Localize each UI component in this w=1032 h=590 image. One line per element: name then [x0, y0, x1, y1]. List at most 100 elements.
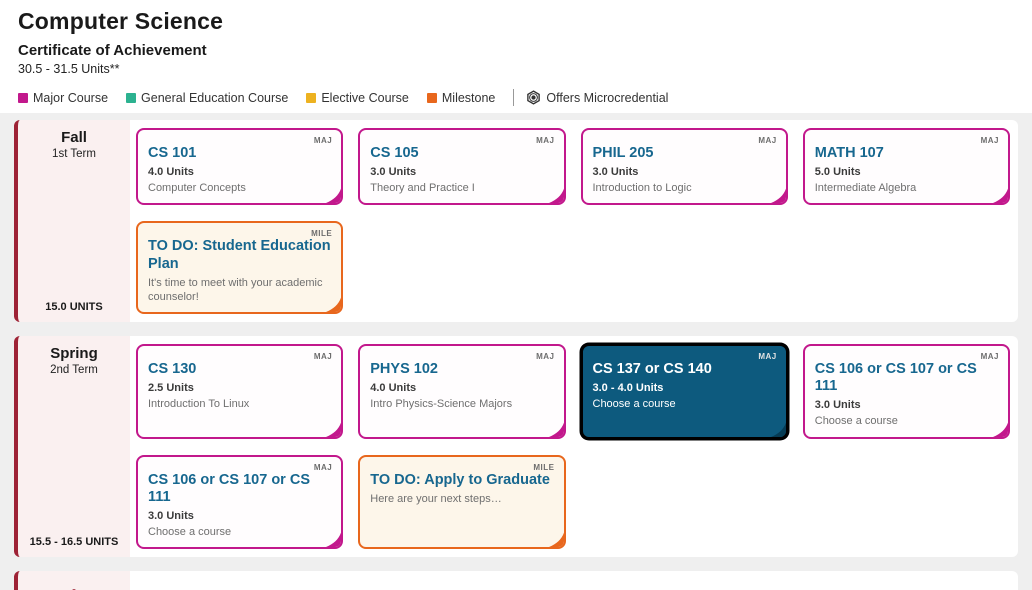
legend-item: Milestone [427, 91, 496, 105]
legend-label: General Education Course [141, 91, 288, 105]
card-subtitle: Here are your next steps… [370, 492, 553, 506]
card-type-badge: MAJ [314, 463, 332, 472]
legend-divider [513, 89, 514, 106]
microcredential-legend: Offers Microcredential [526, 90, 668, 105]
legend: Major Course General Education Course Elec… [18, 89, 1014, 106]
term-name: Fall [61, 129, 87, 146]
microcredential-badge-icon [526, 90, 541, 105]
course-card[interactable]: MAJCS 106 or CS 107 or CS 111 3.0 Units Ch… [136, 455, 343, 550]
term-label-column: Spring 2nd Term 15.5 - 16.5 UNITS [14, 336, 130, 557]
page-subtitle: Certificate of Achievement [18, 42, 1014, 59]
card-corner-fold [322, 184, 342, 204]
card-units: 3.0 Units [815, 399, 998, 411]
course-card[interactable]: MAJCS 130 2.5 Units Introduction To Linux [136, 344, 343, 439]
card-type-badge: MILE [311, 229, 332, 238]
card-units: 4.0 Units [148, 166, 331, 178]
card-units: 3.0 Units [370, 166, 553, 178]
course-card[interactable]: MAJPHYS 102 4.0 Units Intro Physics-Scienc… [358, 344, 565, 439]
legend-label: Elective Course [321, 91, 409, 105]
card-type-badge: MAJ [536, 352, 554, 361]
card-subtitle: Intro Physics-Science Majors [370, 397, 553, 411]
legend-items: Major Course General Education Course Elec… [18, 91, 513, 105]
card-corner-fold [767, 184, 787, 204]
card-subtitle: Choose a course [815, 414, 998, 428]
card-subtitle: Computer Concepts [148, 181, 331, 195]
cards-grid: MAJCS 1302.5 UnitsIntroduction To LinuxM… [130, 336, 1018, 557]
card-type-badge: MAJ [314, 352, 332, 361]
legend-swatch [18, 93, 28, 103]
milestone-card[interactable]: MILETO DO: Student Education Plan It's ti… [136, 221, 343, 314]
card-title: CS 101 [148, 145, 331, 162]
term-ordinal: 2nd Term [50, 364, 98, 376]
card-title: MATH 107 [815, 145, 998, 162]
card-corner-fold [989, 184, 1009, 204]
card-type-badge: MAJ [981, 136, 999, 145]
award-row: Computer Science - Certificate of Achiev… [14, 571, 1018, 590]
legend-item: Major Course [18, 91, 108, 105]
legend-label: Major Course [33, 91, 108, 105]
card-title: TO DO: Student Education Plan [148, 238, 331, 272]
term-row: Fall1st Term15.0 UNITSMAJCS 1014.0 Units… [14, 120, 1018, 322]
legend-swatch [126, 93, 136, 103]
term-label-column: Fall 1st Term 15.0 UNITS [14, 120, 130, 322]
card-units: 2.5 Units [148, 382, 331, 394]
card-type-badge: MAJ [536, 136, 554, 145]
award-content: Computer Science - Certificate of Achiev… [130, 571, 1018, 590]
card-type-badge: MAJ [758, 136, 776, 145]
card-type-badge: MAJ [314, 136, 332, 145]
milestone-card[interactable]: MILETO DO: Apply to Graduate Here are you… [358, 455, 565, 550]
card-title: CS 106 or CS 107 or CS 111 [815, 361, 998, 395]
term-units-total: 15.0 UNITS [45, 301, 102, 313]
card-type-badge: MILE [533, 463, 554, 472]
course-card[interactable]: MAJMATH 107 5.0 Units Intermediate Algebra [803, 128, 1010, 205]
card-title: CS 130 [148, 361, 331, 378]
course-card[interactable]: MAJCS 106 or CS 107 or CS 111 3.0 Units Ch… [803, 344, 1010, 439]
card-subtitle: Introduction to Logic [593, 181, 776, 195]
term-name: Spring [50, 345, 98, 362]
legend-item: General Education Course [126, 91, 288, 105]
card-units: 3.0 - 4.0 Units [593, 382, 776, 394]
card-title: CS 106 or CS 107 or CS 111 [148, 472, 331, 506]
term-units-total: 15.5 - 16.5 UNITS [30, 536, 119, 548]
card-units: 3.0 Units [148, 510, 331, 522]
microcredential-label: Offers Microcredential [546, 91, 668, 105]
card-subtitle: Intermediate Algebra [815, 181, 998, 195]
card-subtitle: Theory and Practice I [370, 181, 553, 195]
page-title: Computer Science [18, 8, 1014, 35]
card-corner-fold [545, 184, 565, 204]
card-corner-fold [322, 418, 342, 438]
page-units: 30.5 - 31.5 Units** [18, 62, 1014, 76]
legend-swatch [427, 93, 437, 103]
legend-swatch [306, 93, 316, 103]
term-row: Spring2nd Term15.5 - 16.5 UNITSMAJCS 130… [14, 336, 1018, 557]
pathway-board: Fall1st Term15.0 UNITSMAJCS 1014.0 Units… [0, 113, 1032, 590]
card-title: PHIL 205 [593, 145, 776, 162]
card-units: 4.0 Units [370, 382, 553, 394]
card-corner-fold [545, 528, 565, 548]
card-corner-fold [545, 418, 565, 438]
card-subtitle: Choose a course [148, 525, 331, 539]
card-subtitle: Introduction To Linux [148, 397, 331, 411]
card-type-badge: MAJ [981, 352, 999, 361]
cards-grid: MAJCS 1014.0 UnitsComputer ConceptsMAJCS… [130, 120, 1018, 322]
course-card[interactable]: MAJCS 137 or CS 1403.0 - 4.0 UnitsChoose… [581, 344, 788, 439]
term-ordinal: 1st Term [52, 148, 96, 160]
card-subtitle: Choose a course [593, 397, 776, 411]
page-header: Computer Science Certificate of Achievem… [0, 0, 1032, 113]
card-title: TO DO: Apply to Graduate [370, 472, 553, 489]
course-card[interactable]: MAJCS 101 4.0 Units Computer Concepts [136, 128, 343, 205]
card-type-badge: MAJ [758, 352, 776, 361]
card-title: PHYS 102 [370, 361, 553, 378]
card-corner-fold [989, 418, 1009, 438]
card-corner-fold [322, 293, 342, 313]
course-card[interactable]: MAJCS 105 3.0 Units Theory and Practice I [358, 128, 565, 205]
card-title: CS 105 [370, 145, 553, 162]
terms-container: Fall1st Term15.0 UNITSMAJCS 1014.0 Units… [14, 120, 1018, 557]
course-card[interactable]: MAJPHIL 2053.0 UnitsIntroduction to Logi… [581, 128, 788, 205]
card-subtitle: It's time to meet with your academic cou… [148, 276, 331, 305]
card-corner-fold [322, 528, 342, 548]
legend-item: Elective Course [306, 91, 409, 105]
card-units: 5.0 Units [815, 166, 998, 178]
legend-label: Milestone [442, 91, 496, 105]
card-corner-fold [767, 418, 787, 438]
